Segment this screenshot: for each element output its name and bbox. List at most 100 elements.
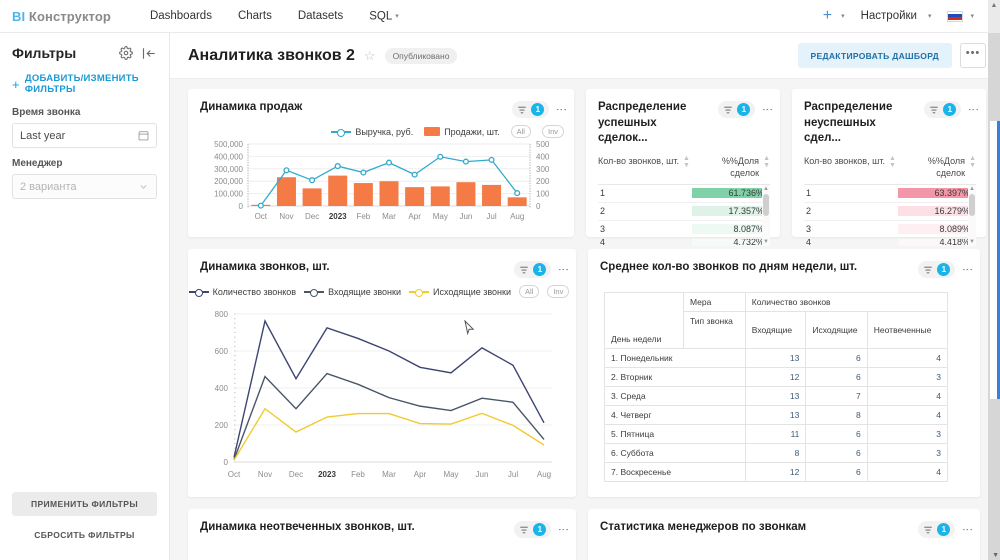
apply-filters-button[interactable]: ПРИМЕНИТЬ ФИЛЬТРЫ [12, 492, 157, 516]
svg-text:Jul: Jul [486, 212, 496, 221]
app-root: BI Конструктор Dashboards Charts Dataset… [0, 0, 1000, 560]
table-row[interactable]: 5. Пятница 11 6 3 [605, 425, 948, 444]
scroll-down-icon[interactable]: ▼ [763, 238, 769, 246]
scrollbar-thumb[interactable] [990, 121, 1000, 399]
legend-item-outgoing-calls[interactable]: Исходящие звонки [409, 287, 511, 297]
legend-all-button[interactable]: All [511, 125, 531, 138]
column-header-share[interactable]: %%Доля сделок▲▼ [692, 155, 770, 179]
legend-item-incoming-calls[interactable]: Входящие звонки [304, 287, 401, 297]
svg-text:200: 200 [536, 177, 550, 186]
widget-tools: 1 ⋮ [918, 520, 970, 538]
app-logo[interactable]: BI Конструктор [12, 9, 111, 24]
table-row[interactable]: 2 16.279% [804, 203, 976, 221]
pivot-label-weekday: День недели [605, 330, 684, 349]
reset-filters-button[interactable]: СБРОСИТЬ ФИЛЬТРЫ [12, 524, 157, 546]
collapse-panel-icon[interactable] [142, 47, 157, 60]
table-row[interactable]: 3. Среда 13 7 4 [605, 387, 948, 406]
cell-calls: 1 [804, 188, 898, 198]
svg-text:500,000: 500,000 [214, 140, 243, 149]
column-header-calls[interactable]: Кол-во звонков, шт.▲▼ [804, 155, 898, 179]
cell-day: 2. Вторник [605, 368, 746, 387]
lang-chevron-down-icon[interactable]: ▾ [970, 12, 974, 20]
filter-icon[interactable]: 1 [718, 101, 755, 118]
svg-text:Feb: Feb [351, 470, 365, 479]
nav-item-charts[interactable]: Charts [225, 0, 285, 33]
widget-menu-icon[interactable]: ⋮ [968, 104, 976, 115]
table-row[interactable]: 2. Вторник 12 6 3 [605, 368, 948, 387]
cell-outgoing: 6 [806, 425, 867, 444]
table-row[interactable]: 6. Суббота 8 6 3 [605, 444, 948, 463]
legend-invert-button[interactable]: Inv [547, 285, 569, 298]
cell-share: 4.732% [692, 239, 770, 246]
svg-text:Jul: Jul [508, 470, 518, 479]
widget-menu-icon[interactable]: ⋮ [762, 104, 770, 115]
table-row[interactable]: 4. Четверг 13 8 4 [605, 406, 948, 425]
svg-text:300,000: 300,000 [214, 165, 243, 174]
widget-menu-icon[interactable]: ⋮ [962, 264, 970, 275]
sales-chart-svg: 0100,000200,000300,000400,000500,000 010… [194, 140, 566, 226]
scroll-down-icon[interactable]: ▼ [992, 552, 999, 559]
filter-icon[interactable]: 1 [514, 521, 551, 538]
column-header-calls[interactable]: Кол-во звонков, шт.▲▼ [598, 155, 692, 179]
legend-item-sales[interactable]: Продажи, шт. [424, 127, 499, 137]
page-scrollbar[interactable]: ▼ [988, 0, 1000, 560]
legend-invert-button[interactable]: Inv [542, 125, 564, 138]
table-scrollbar[interactable]: ▲ ▼ [968, 185, 976, 246]
filter-icon[interactable]: 1 [924, 101, 961, 118]
svg-text:Nov: Nov [279, 212, 293, 221]
edit-dashboard-button[interactable]: РЕДАКТИРОВАТЬ ДАШБОРД [798, 43, 952, 68]
main-area: Аналитика звонков 2 ☆ Опубликовано РЕДАК… [170, 33, 1000, 560]
star-outline-icon[interactable]: ☆ [364, 48, 376, 64]
nav-item-sql[interactable]: SQL▾ [356, 0, 412, 33]
legend-line-marker [409, 288, 429, 296]
widget-fail-distribution: Распределение неуспешных сдел... 1 ⋮ [792, 89, 986, 237]
legend-item-total-calls[interactable]: Количество звонков [189, 287, 296, 297]
table-row[interactable]: 1 63.397% [804, 185, 976, 203]
widget-menu-icon[interactable]: ⋮ [558, 524, 566, 535]
cell-day: 6. Суббота [605, 444, 746, 463]
table-row[interactable]: 3 8.089% [804, 221, 976, 239]
widget-menu-icon[interactable]: ⋮ [556, 104, 564, 115]
plus-icon[interactable]: + [819, 8, 836, 24]
more-options-button[interactable]: ••• [960, 43, 986, 68]
scroll-down-icon[interactable]: ▼ [969, 238, 975, 246]
filter-icon[interactable]: 1 [918, 521, 955, 538]
scroll-up-icon[interactable]: ▲ [969, 185, 975, 193]
column-header-share[interactable]: %%Доля сделок▲▼ [898, 155, 976, 179]
legend-item-revenue[interactable]: Выручка, руб. [331, 127, 413, 137]
settings-chevron-down-icon[interactable]: ▾ [928, 12, 932, 20]
cell-day: 4. Четверг [605, 406, 746, 425]
table-body: 1 63.397% 2 16.279% 3 8.089% [804, 185, 976, 246]
widget-menu-icon[interactable]: ⋮ [962, 524, 970, 535]
table-row[interactable]: 1. Понедельник 13 6 4 [605, 349, 948, 368]
gear-icon[interactable] [119, 46, 133, 60]
nav-item-settings[interactable]: Настройки [847, 0, 923, 33]
table-row[interactable]: 7. Воскресенье 12 6 4 [605, 463, 948, 482]
cell-share: 4.418% [898, 239, 976, 246]
scrollbar-thumb[interactable] [969, 194, 975, 216]
scroll-up-icon[interactable]: ▲ [763, 185, 769, 193]
table-row[interactable]: 1 61.736% [598, 185, 770, 203]
table-scrollbar[interactable]: ▲ ▼ [762, 185, 770, 246]
call-time-input[interactable]: Last year [12, 123, 157, 148]
filter-icon[interactable]: 1 [918, 261, 955, 278]
logo-name-text: Конструктор [25, 9, 111, 24]
nav-item-dashboards[interactable]: Dashboards [137, 0, 225, 33]
widget-menu-icon[interactable]: ⋮ [558, 264, 566, 275]
add-edit-filters-button[interactable]: + ДОБАВИТЬ/ИЗМЕНИТЬ ФИЛЬТРЫ [0, 65, 169, 97]
dashboard-canvas: Динамика продаж 1 ⋮ [170, 79, 1000, 560]
filter-icon[interactable]: 1 [514, 261, 551, 278]
plus-chevron-down-icon[interactable]: ▾ [841, 12, 845, 20]
table-row[interactable]: 2 17.357% [598, 203, 770, 221]
svg-text:Dec: Dec [289, 470, 303, 479]
manager-select[interactable]: 2 варианта [12, 174, 157, 199]
nav-item-datasets[interactable]: Datasets [285, 0, 356, 33]
widget-title: Распределение неуспешных сдел... [804, 100, 914, 147]
svg-text:Jun: Jun [476, 470, 489, 479]
filter-icon[interactable]: 1 [512, 101, 549, 118]
table-row[interactable]: 3 8.087% [598, 221, 770, 239]
legend-label: Исходящие звонки [433, 287, 511, 297]
scrollbar-thumb[interactable] [763, 194, 769, 216]
legend-all-button[interactable]: All [519, 285, 539, 298]
russian-flag-icon[interactable] [947, 11, 963, 22]
